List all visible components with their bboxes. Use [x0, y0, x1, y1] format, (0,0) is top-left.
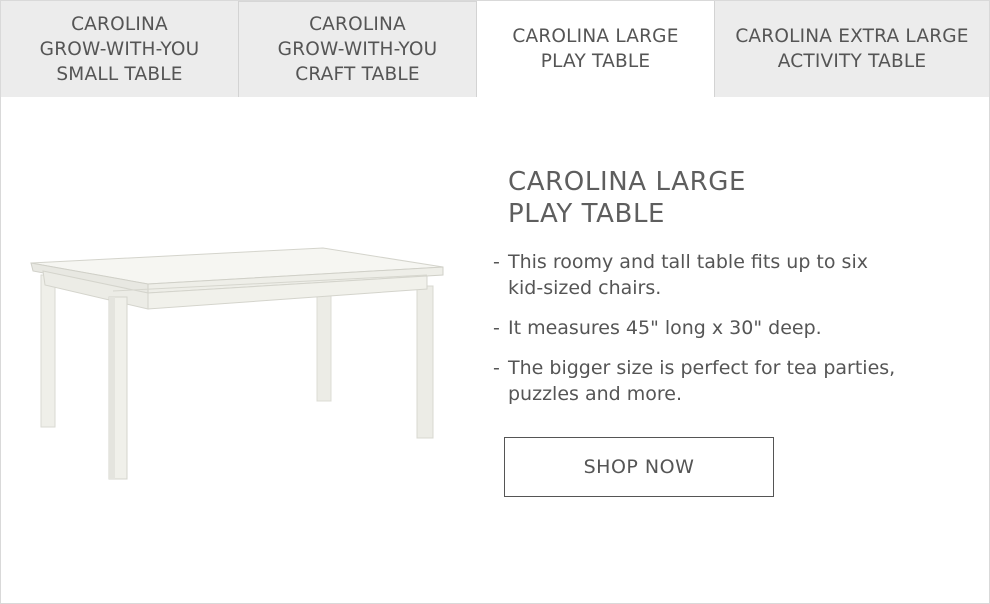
feature-text: The bigger size is perfect for tea parti… — [508, 357, 896, 405]
tab-label: CAROLINA LARGE PLAY TABLE — [512, 26, 679, 72]
tab-large-play-table[interactable]: CAROLINA LARGE PLAY TABLE — [477, 1, 714, 97]
feature-item: - The bigger size is perfect for tea part… — [491, 355, 908, 407]
product-tabs: CAROLINA GROW-WITH-YOU SMALL TABLE CAROL… — [1, 1, 989, 97]
tab-craft-table[interactable]: CAROLINA GROW-WITH-YOU CRAFT TABLE — [239, 1, 476, 97]
bullet-marker: - — [493, 317, 500, 339]
feature-item: - This roomy and tall table fits up to si… — [491, 249, 908, 301]
feature-text: It measures 45" long x 30" deep. — [508, 317, 822, 339]
shop-now-label: SHOP NOW — [583, 456, 695, 478]
tab-label: CAROLINA GROW-WITH-YOU SMALL TABLE — [39, 13, 200, 85]
tab-label: CAROLINA GROW-WITH-YOU CRAFT TABLE — [277, 14, 438, 85]
product-feature-list: - This roomy and tall table fits up to si… — [491, 249, 908, 421]
tab-label: CAROLINA EXTRA LARGE ACTIVITY TABLE — [735, 26, 969, 72]
feature-item: - It measures 45" long x 30" deep. — [491, 315, 908, 341]
product-title: CAROLINA LARGE PLAY TABLE — [508, 167, 747, 229]
table-product-image — [30, 247, 444, 480]
bullet-marker: - — [493, 357, 500, 379]
feature-text: This roomy and tall table fits up to six… — [508, 251, 868, 299]
bullet-marker: - — [493, 251, 500, 273]
tab-small-table[interactable]: CAROLINA GROW-WITH-YOU SMALL TABLE — [1, 1, 238, 97]
tab-extra-large-activity-table[interactable]: CAROLINA EXTRA LARGE ACTIVITY TABLE — [715, 1, 989, 97]
product-comparison-panel: CAROLINA GROW-WITH-YOU SMALL TABLE CAROL… — [0, 0, 990, 604]
shop-now-button[interactable]: SHOP NOW — [504, 437, 774, 497]
